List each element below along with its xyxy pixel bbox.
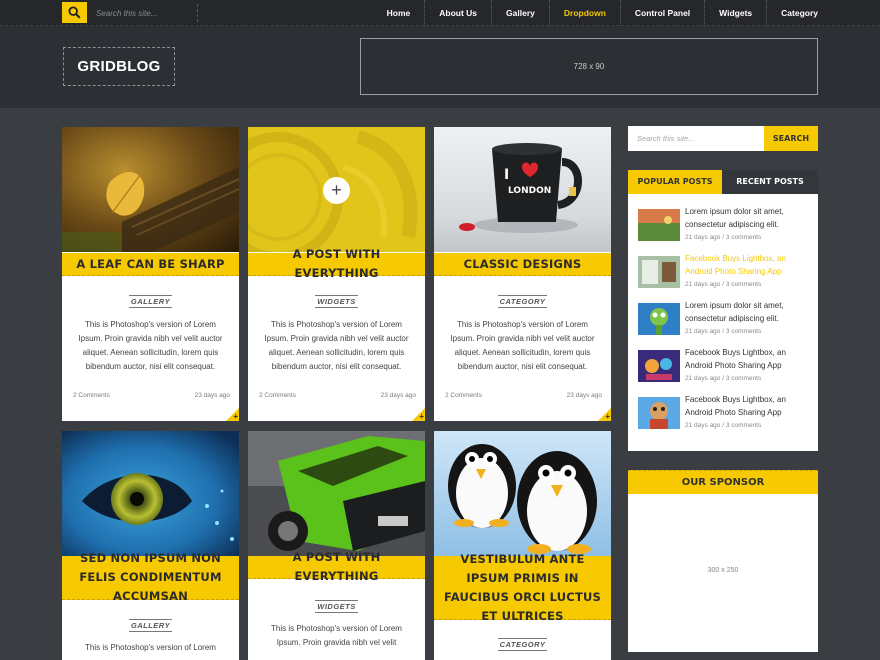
- popular-post-thumbnail[interactable]: [638, 209, 680, 241]
- nav-about-us[interactable]: About Us: [424, 0, 491, 26]
- plus-icon[interactable]: +: [323, 177, 350, 204]
- sidebar-search-button[interactable]: SEARCH: [764, 126, 818, 151]
- popular-post-item[interactable]: Facebook Buys Lightbox, an Android Photo…: [638, 347, 813, 387]
- post-meta: 2 Comments 23 days ago: [445, 392, 602, 399]
- header-banner-ad[interactable]: 728 x 90: [360, 38, 818, 95]
- post-card[interactable]: + A POST WITH EVERYTHING WIDGETS This is…: [248, 127, 425, 421]
- post-thumbnail-mug[interactable]: I LONDON: [434, 127, 611, 252]
- post-comments[interactable]: 2 Comments: [73, 392, 110, 399]
- post-title[interactable]: A POST WITH EVERYTHING: [248, 247, 425, 280]
- post-thumbnail-eye[interactable]: [62, 431, 239, 556]
- popular-post-title[interactable]: Facebook Buys Lightbox, an: [685, 347, 813, 359]
- site-logo[interactable]: GRIDBLOG: [63, 47, 175, 86]
- post-card[interactable]: VESTIBULUM ANTE IPSUM PRIMIS IN FAUCIBUS…: [434, 431, 611, 660]
- nav-home[interactable]: Home: [373, 0, 425, 26]
- nav-category[interactable]: Category: [766, 0, 818, 26]
- popular-post-title[interactable]: Android Photo Sharing App: [685, 407, 813, 419]
- post-thumbnail-penguins[interactable]: [434, 431, 611, 556]
- post-comments[interactable]: 2 Comments: [445, 392, 482, 399]
- post-excerpt: This is Photoshop's version of Lorem Ips…: [264, 320, 409, 371]
- svg-text:LONDON: LONDON: [508, 186, 551, 196]
- plus-icon: +: [605, 412, 610, 421]
- popular-post-title[interactable]: consectetur adipiscing elit.: [685, 219, 813, 231]
- post-date: 23 days ago: [194, 392, 230, 399]
- post-card[interactable]: A POST WITH EVERYTHING WIDGETS This is P…: [248, 431, 425, 660]
- popular-post-meta: 21 days ago / 3 comments: [685, 375, 762, 382]
- popular-post-title[interactable]: consectetur adipiscing elit.: [685, 313, 813, 325]
- top-search-input[interactable]: [92, 4, 198, 22]
- post-card[interactable]: SED NON IPSUM NON FELIS CONDIMENTUM ACCU…: [62, 431, 239, 660]
- post-excerpt: This is Photoshop's version of Lorem Ips…: [450, 320, 595, 371]
- post-card[interactable]: A LEAF CAN BE SHARP GALLERY This is Phot…: [62, 127, 239, 421]
- popular-post-title[interactable]: Android Photo Sharing App: [685, 360, 813, 372]
- main-nav: Home About Us Gallery Dropdown Control P…: [373, 0, 818, 26]
- popular-post-thumbnail[interactable]: [638, 256, 680, 288]
- popular-post-meta: 21 days ago / 3 comments: [685, 234, 762, 241]
- popular-post-title[interactable]: Lorem ipsum dolor sit amet,: [685, 300, 813, 312]
- sidebar-search-input[interactable]: [628, 126, 764, 151]
- post-category[interactable]: GALLERY: [62, 615, 239, 633]
- post-category[interactable]: CATEGORY: [434, 291, 611, 309]
- plus-icon: +: [233, 412, 238, 421]
- tab-popular-posts[interactable]: POPULAR POSTS: [628, 170, 722, 194]
- posts-tabs-widget: POPULAR POSTS RECENT POSTS Lorem ipsum d…: [628, 170, 818, 451]
- popular-post-title[interactable]: Facebook Buys Lightbox, an: [685, 253, 813, 265]
- plus-icon: +: [419, 412, 424, 421]
- popular-post-title[interactable]: Android Photo Sharing App: [685, 266, 813, 278]
- search-icon: [68, 6, 81, 19]
- post-date: 23 days ago: [380, 392, 416, 399]
- post-title[interactable]: SED NON IPSUM NON FELIS CONDIMENTUM ACCU…: [62, 551, 239, 603]
- svg-text:I: I: [504, 167, 509, 183]
- popular-post-item[interactable]: Facebook Buys Lightbox, an Android Photo…: [638, 253, 813, 293]
- post-comments[interactable]: 2 Comments: [259, 392, 296, 399]
- popular-post-item[interactable]: Facebook Buys Lightbox, an Android Photo…: [638, 394, 813, 434]
- nav-control-panel[interactable]: Control Panel: [619, 0, 704, 26]
- popular-post-meta: 21 days ago / 3 comments: [685, 422, 762, 429]
- post-category[interactable]: WIDGETS: [248, 291, 425, 309]
- post-thumbnail-car[interactable]: [248, 431, 425, 556]
- search-button[interactable]: [62, 2, 87, 23]
- popular-post-thumbnail[interactable]: [638, 303, 680, 335]
- post-thumbnail-gauge[interactable]: +: [248, 127, 425, 252]
- post-excerpt: This is Photoshop's version of Lorem Ips…: [78, 320, 223, 371]
- post-meta: 2 Comments 23 days ago: [259, 392, 416, 399]
- popular-post-thumbnail[interactable]: [638, 350, 680, 382]
- popular-post-thumbnail[interactable]: [638, 397, 680, 429]
- nav-widgets[interactable]: Widgets: [704, 0, 766, 26]
- post-category[interactable]: WIDGETS: [248, 596, 425, 614]
- popular-post-item[interactable]: Lorem ipsum dolor sit amet, consectetur …: [638, 300, 813, 340]
- post-excerpt: This is Photoshop's version of Lorem Ips…: [271, 624, 402, 647]
- post-category[interactable]: GALLERY: [62, 291, 239, 309]
- popular-post-title[interactable]: Facebook Buys Lightbox, an: [685, 394, 813, 406]
- popular-post-item[interactable]: Lorem ipsum dolor sit amet, consectetur …: [638, 206, 813, 246]
- post-date: 23 days ago: [566, 392, 602, 399]
- nav-gallery[interactable]: Gallery: [491, 0, 549, 26]
- tab-recent-posts[interactable]: RECENT POSTS: [722, 170, 818, 194]
- post-title[interactable]: VESTIBULUM ANTE IPSUM PRIMIS IN FAUCIBUS…: [434, 552, 611, 623]
- sponsor-ad[interactable]: 300 x 250: [628, 494, 818, 652]
- post-category[interactable]: CATEGORY: [434, 634, 611, 652]
- post-title[interactable]: CLASSIC DESIGNS: [434, 253, 611, 276]
- post-excerpt: This is Photoshop's version of Lorem: [85, 643, 216, 652]
- post-card[interactable]: I LONDON CLASSIC DESIGNS CATEGORY This i…: [434, 127, 611, 421]
- sponsor-title: OUR SPONSOR: [628, 470, 818, 494]
- popular-post-meta: 21 days ago / 3 comments: [685, 328, 762, 335]
- popular-post-meta: 21 days ago / 3 comments: [685, 281, 762, 288]
- popular-post-title[interactable]: Lorem ipsum dolor sit amet,: [685, 206, 813, 218]
- post-title[interactable]: A LEAF CAN BE SHARP: [62, 253, 239, 276]
- post-title[interactable]: A POST WITH EVERYTHING: [248, 550, 425, 583]
- nav-dropdown[interactable]: Dropdown: [548, 0, 620, 26]
- post-thumbnail-leaf[interactable]: [62, 127, 239, 252]
- tab-bar: POPULAR POSTS RECENT POSTS: [628, 170, 818, 194]
- sidebar-search: SEARCH: [628, 126, 818, 151]
- site-header: GRIDBLOG 728 x 90: [0, 27, 880, 108]
- sponsor-widget: OUR SPONSOR 300 x 250: [628, 470, 818, 652]
- post-meta: 2 Comments 23 days ago: [73, 392, 230, 399]
- top-bar: Home About Us Gallery Dropdown Control P…: [0, 0, 880, 26]
